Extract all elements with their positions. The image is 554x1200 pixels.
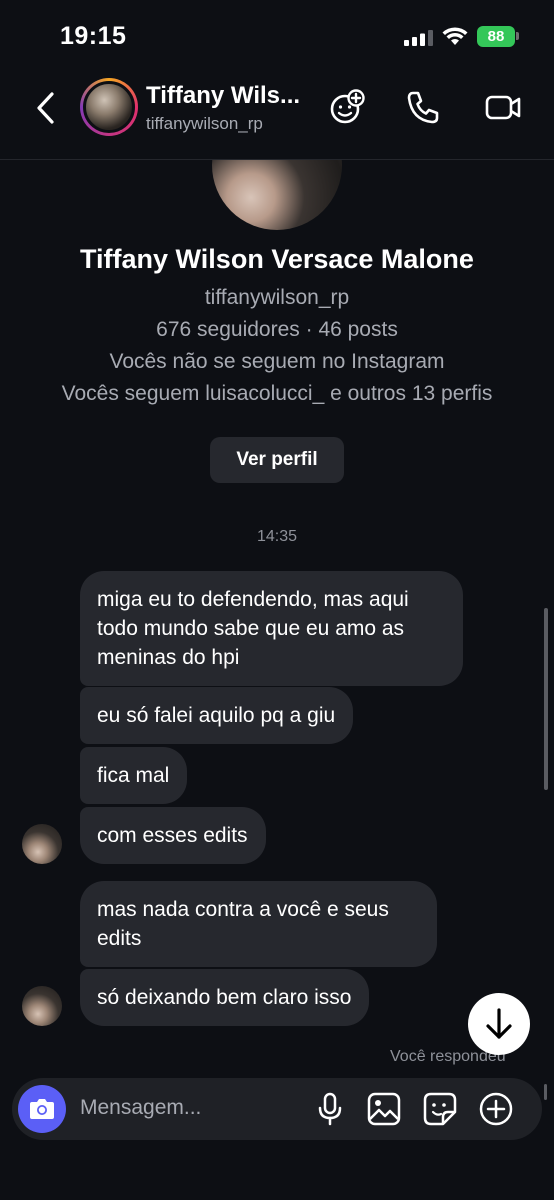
message-bubble[interactable]: miga eu to defendendo, mas aqui todo mun… — [80, 571, 463, 686]
contact-name[interactable]: Tiffany Wils... — [146, 82, 300, 110]
phone-icon[interactable] — [404, 88, 442, 126]
message-timestamp: 14:35 — [256, 528, 298, 545]
avatar-image — [83, 81, 135, 133]
sender-avatar[interactable] — [22, 986, 62, 1026]
message-bubble[interactable]: com esses edits — [80, 807, 266, 864]
header-avatar[interactable] — [80, 78, 138, 136]
message-bubble[interactable]: eu só falei aquilo pq a giu — [80, 687, 354, 744]
contact-username[interactable]: tiffanywilson_rp — [146, 114, 263, 134]
arrow-down-icon — [486, 1008, 512, 1039]
signal-icon — [404, 30, 433, 46]
profile-stats: 676 seguidores · 46 posts — [156, 318, 398, 341]
microphone-icon[interactable] — [312, 1091, 348, 1127]
camera-icon — [30, 1099, 54, 1119]
battery-icon: 88 — [477, 26, 515, 47]
plus-icon[interactable] — [478, 1091, 514, 1127]
back-icon[interactable] — [32, 90, 60, 126]
mutual-follows: Vocês seguem luisacolucci_ e outros 13 p… — [61, 382, 493, 405]
sender-avatar[interactable] — [22, 824, 62, 864]
wifi-icon — [442, 27, 468, 45]
scrollbar-end — [544, 1084, 547, 1100]
status-bar: 19:15 88 — [0, 0, 554, 72]
status-time: 19:15 — [60, 22, 127, 50]
message-bubble[interactable]: só deixando bem claro isso — [80, 969, 370, 1026]
message-input[interactable]: Mensagem... — [80, 1096, 201, 1120]
view-profile-button[interactable]: Ver perfil — [210, 437, 344, 483]
profile-username: tiffanywilson_rp — [204, 286, 350, 309]
chat-header: Tiffany Wils... tiffanywilson_rp — [0, 72, 554, 160]
battery-level: 88 — [487, 28, 505, 45]
camera-button[interactable] — [18, 1085, 66, 1133]
follow-status: Vocês não se seguem no Instagram — [109, 350, 445, 373]
image-icon[interactable] — [366, 1091, 402, 1127]
battery-cap — [516, 32, 519, 40]
profile-full-name: Tiffany Wilson Versace Malone — [80, 244, 474, 274]
scroll-to-bottom-button[interactable] — [468, 993, 530, 1055]
message-bubble[interactable]: mas nada contra a você e seus edits — [80, 881, 437, 967]
message-bubble[interactable]: fica mal — [80, 747, 188, 804]
scrollbar[interactable] — [544, 608, 548, 790]
video-camera-icon[interactable] — [484, 88, 522, 126]
message-composer: Mensagem... — [12, 1078, 542, 1140]
sticker-icon[interactable] — [422, 1091, 458, 1127]
add-effect-icon[interactable] — [328, 88, 366, 126]
